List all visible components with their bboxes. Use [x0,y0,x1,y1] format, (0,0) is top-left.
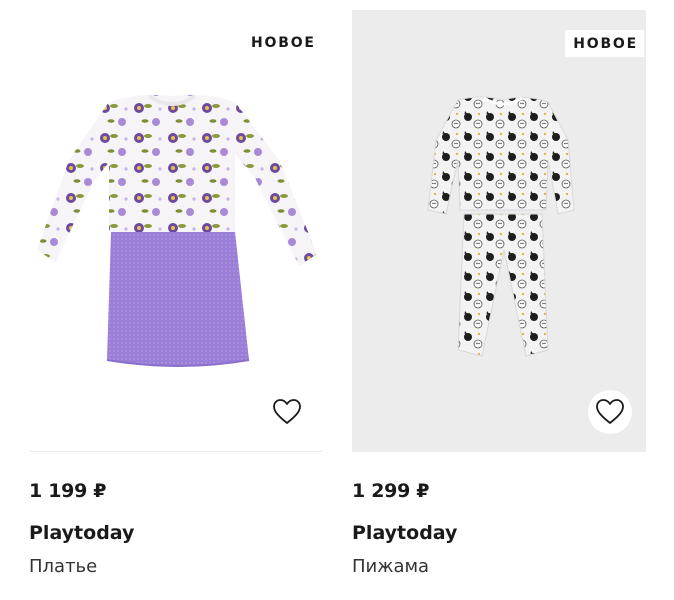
favorite-button[interactable] [265,390,309,434]
heart-outline-icon [596,399,624,424]
pajamas-image [427,96,575,357]
product-image-area[interactable] [29,10,323,452]
product-brand[interactable]: Playtoday [352,521,646,545]
product-image-area[interactable]: НОВОЕ [352,10,646,452]
heart-outline-icon [273,399,301,424]
dress-image [37,94,317,367]
product-price: 1 299 ₽ [352,480,430,502]
new-badge: НОВОЕ [565,30,644,57]
product-card[interactable]: 1 199 ₽ Playtoday Платье [29,10,323,579]
product-price: 1 199 ₽ [29,480,107,502]
product-name[interactable]: Платье [29,555,323,579]
product-name[interactable]: Пижама [352,555,646,579]
favorite-button[interactable] [588,390,632,434]
new-badge: НОВОЕ [251,35,316,51]
product-brand[interactable]: Playtoday [29,521,323,545]
product-card[interactable]: НОВОЕ 1 299 ₽ Playtoday Пижама [352,10,646,579]
